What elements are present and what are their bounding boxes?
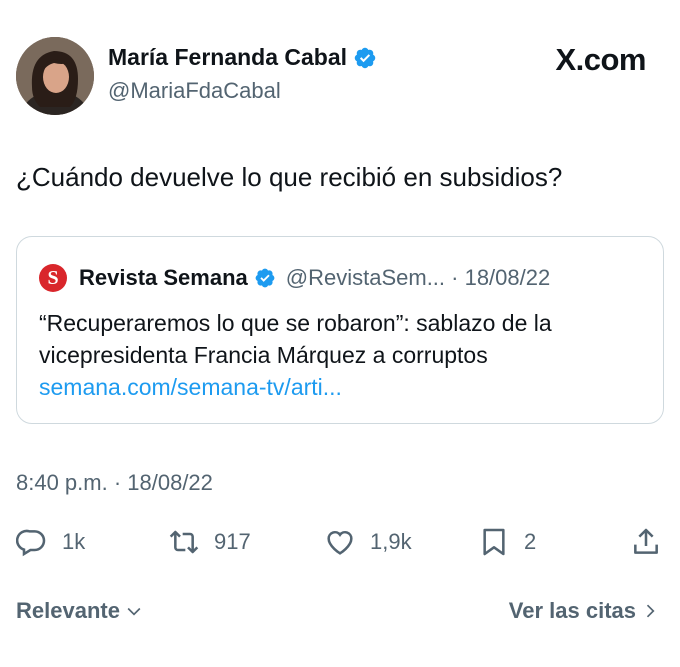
author-name-row: María Fernanda Cabal bbox=[108, 44, 377, 71]
retweet-icon bbox=[169, 530, 199, 554]
heart-icon bbox=[327, 530, 353, 555]
quoted-tweet-link[interactable]: semana.com/semana-tv/arti... bbox=[39, 374, 342, 401]
share-icon bbox=[634, 528, 658, 554]
reply-count: 1k bbox=[62, 529, 86, 554]
like-count: 1,9k bbox=[370, 529, 412, 554]
reply-icon bbox=[16, 529, 46, 557]
reply-button[interactable]: 1k bbox=[16, 522, 85, 562]
view-quotes-label: Ver las citas bbox=[508, 598, 636, 623]
quoted-tweet-text: “Recuperaremos lo que se robaron”: sabla… bbox=[39, 310, 552, 368]
verified-badge-icon bbox=[255, 268, 275, 288]
share-button[interactable] bbox=[630, 522, 662, 562]
sort-label: Relevante bbox=[16, 598, 120, 623]
tweet-actions: 1k 917 1,9k 2 bbox=[16, 522, 666, 562]
avatar[interactable] bbox=[16, 37, 94, 115]
x-brand-logo: X.com bbox=[555, 42, 646, 77]
retweet-count: 917 bbox=[214, 529, 251, 554]
author-display-name[interactable]: María Fernanda Cabal bbox=[108, 44, 347, 71]
view-quotes-link[interactable]: Ver las citas bbox=[509, 598, 660, 624]
tweet-timestamp[interactable]: 8:40 p.m. · 18/08/22 bbox=[16, 470, 213, 496]
quoted-tweet-header: S Revista Semana @RevistaSem... · 18/08/… bbox=[39, 264, 550, 292]
bookmark-count: 2 bbox=[524, 529, 537, 554]
quoted-author-name: Revista Semana bbox=[79, 265, 248, 290]
chevron-right-icon bbox=[646, 604, 655, 618]
verified-badge-icon bbox=[354, 47, 376, 68]
quoted-handle-date: @RevistaSem... · 18/08/22 bbox=[285, 265, 551, 290]
bookmark-button[interactable]: 2 bbox=[478, 522, 536, 562]
quoted-tweet-card[interactable]: S Revista Semana @RevistaSem... · 18/08/… bbox=[16, 236, 664, 424]
retweet-button[interactable]: 917 bbox=[168, 522, 251, 562]
bookmark-icon bbox=[483, 528, 505, 556]
tweet-text: ¿Cuándo devuelve lo que recibió en subsi… bbox=[16, 162, 563, 192]
like-button[interactable]: 1,9k bbox=[324, 522, 412, 562]
author-handle[interactable]: @MariaFdaCabal bbox=[108, 78, 281, 104]
chevron-down-icon bbox=[127, 607, 141, 616]
avatar-photo bbox=[16, 37, 94, 115]
sort-dropdown[interactable]: Relevante bbox=[16, 598, 144, 624]
semana-logo-icon: S bbox=[39, 264, 67, 292]
